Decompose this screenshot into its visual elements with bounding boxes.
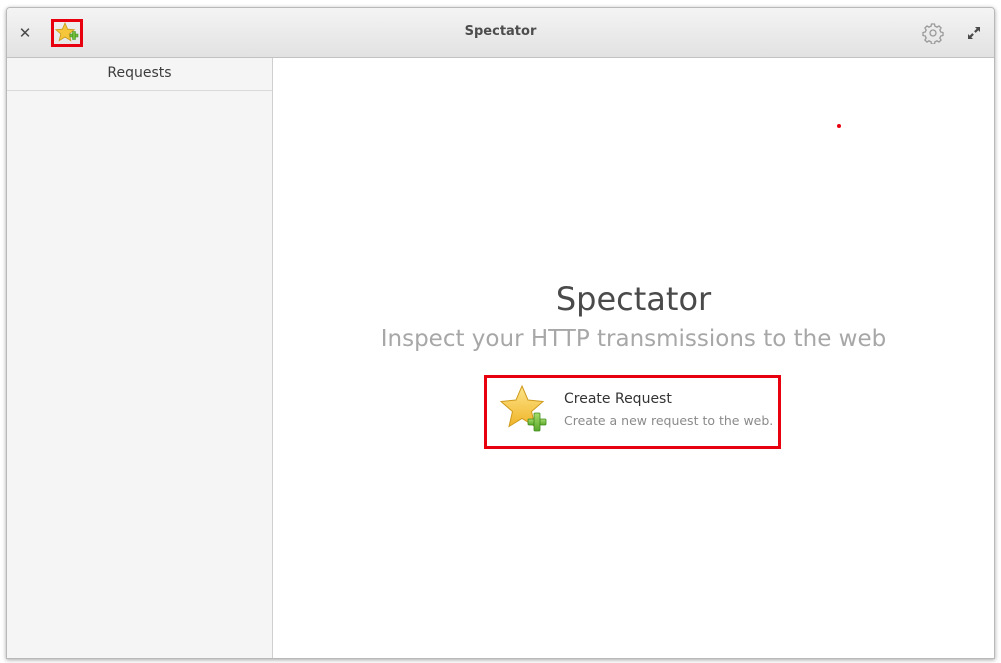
create-request-title: Create Request — [564, 391, 672, 407]
maximize-button[interactable] — [965, 24, 983, 42]
gear-icon — [922, 23, 944, 44]
create-request-button[interactable]: Create Request Create a new request to t… — [484, 375, 781, 449]
sidebar: Requests — [7, 58, 273, 658]
sidebar-header: Requests — [7, 58, 272, 91]
welcome-view: Spectator Inspect your HTTP transmission… — [273, 58, 994, 658]
star-add-icon — [499, 384, 547, 432]
app-window: ✕ Spectator Requests Spectator Inspect y… — [6, 7, 995, 659]
maximize-icon — [968, 27, 980, 39]
welcome-title: Spectator — [555, 280, 712, 318]
welcome-subtitle: Inspect your HTTP transmissions to the w… — [380, 326, 887, 352]
window-title: Spectator — [464, 24, 537, 39]
marker-dot — [837, 124, 841, 128]
settings-button[interactable] — [921, 21, 945, 45]
create-request-description: Create a new request to the web. — [564, 413, 774, 428]
headerbar: ✕ Spectator — [7, 8, 994, 58]
